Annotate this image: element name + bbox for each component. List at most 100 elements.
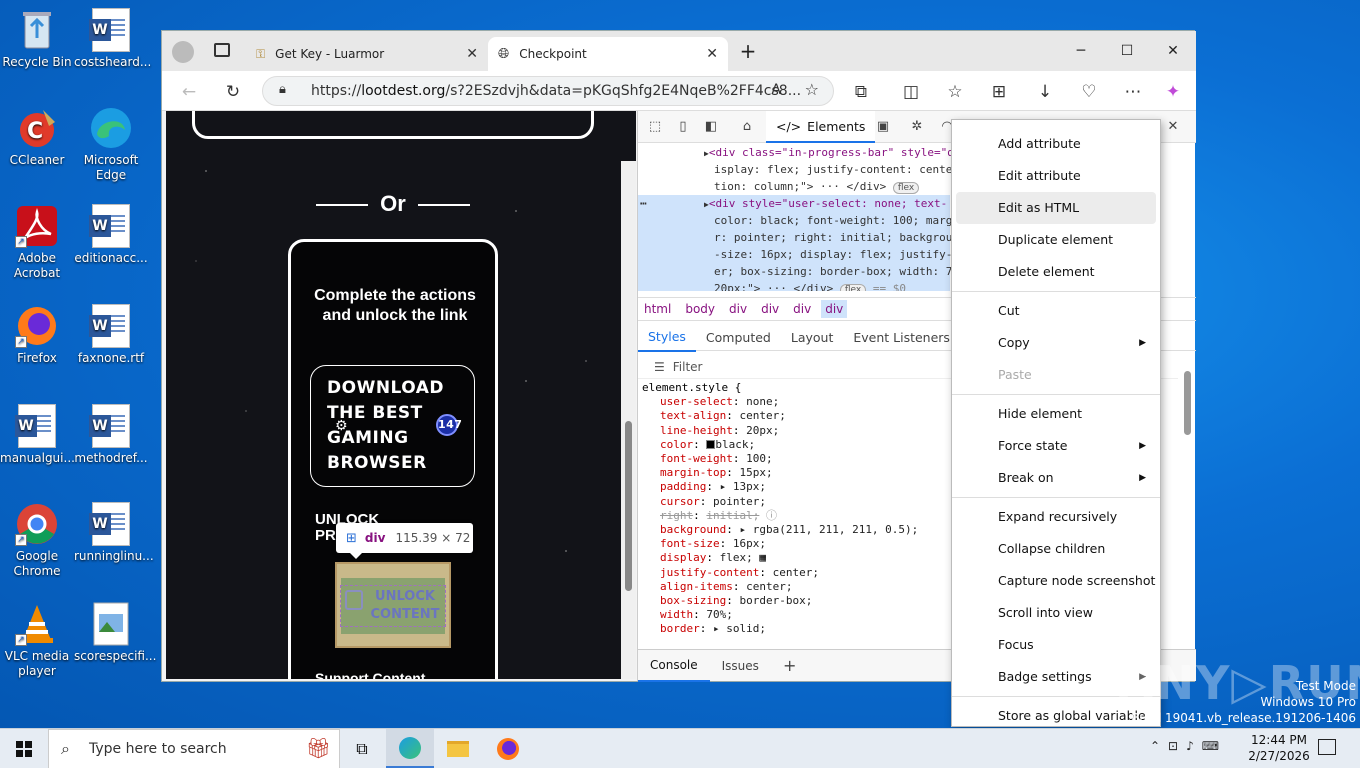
task-view-button[interactable]: ⧉	[338, 729, 386, 768]
desktop-icon-manualgui[interactable]: manualgui...	[0, 404, 75, 466]
close-window-button[interactable]: ✕	[1150, 39, 1196, 63]
filter-input[interactable]: Filter	[673, 360, 703, 374]
console-panel-icon[interactable]: ▣	[874, 118, 892, 136]
tab-issues[interactable]: Issues	[710, 651, 771, 681]
desktop-icon-microsoft-edge[interactable]: Microsoft Edge	[74, 106, 148, 183]
close-tab-icon[interactable]: ✕	[706, 46, 718, 62]
unlock-content-button[interactable]: UNLOCK CONTENT	[335, 562, 451, 648]
tab-layout[interactable]: Layout	[781, 325, 844, 351]
menu-item-hide-element[interactable]: Hide element	[956, 398, 1156, 430]
new-tab-button[interactable]: +	[728, 39, 768, 63]
menu-item-edit-as-html[interactable]: Edit as HTML	[956, 192, 1156, 224]
profile-icon[interactable]	[172, 41, 194, 63]
tab-console[interactable]: Console	[638, 650, 710, 682]
page-scrollbar-thumb[interactable]	[625, 421, 632, 591]
breadcrumb-div-selected[interactable]: div	[821, 300, 848, 318]
menu-item-break-on[interactable]: Break on ▶	[956, 462, 1156, 494]
tab-actions-icon[interactable]	[214, 43, 230, 57]
taskbar-search[interactable]: ⌕ Type here to search 🎁︎	[48, 729, 340, 768]
menu-item-expand-recursively[interactable]: Expand recursively	[956, 501, 1156, 533]
menu-item-force-state[interactable]: Force state ▶	[956, 430, 1156, 462]
menu-item-cut[interactable]: Cut	[956, 295, 1156, 327]
menu-item-capture-node-screenshot[interactable]: Capture node screenshot	[956, 565, 1156, 597]
more-options-icon[interactable]: ⋯	[1120, 79, 1146, 105]
desktop-icon-vlc[interactable]: ↗ VLC media player	[0, 602, 74, 679]
desktop-icon-methodref[interactable]: methodref...	[74, 404, 148, 466]
menu-item-scroll-into-view[interactable]: Scroll into view	[956, 597, 1156, 629]
device-toolbar-icon[interactable]: ▯	[674, 118, 692, 136]
eq-dollar-zero: == $0	[872, 282, 906, 291]
refresh-button[interactable]: ↻	[220, 79, 246, 105]
performance-icon[interactable]: ♡	[1076, 79, 1102, 105]
dock-sidebar-icon[interactable]: ◧	[702, 118, 720, 136]
menu-item-edit-attribute[interactable]: Edit attribute	[956, 160, 1156, 192]
desktop-icon-adobe-acrobat[interactable]: ↗ Adobe Acrobat	[0, 204, 74, 281]
close-devtools-icon[interactable]: ✕	[1164, 118, 1182, 136]
copilot-icon[interactable]: ✦	[1160, 79, 1186, 105]
favorite-star-icon[interactable]: ☆	[805, 80, 819, 99]
taskbar-firefox[interactable]	[484, 729, 532, 768]
tab-event-listeners[interactable]: Event Listeners	[843, 325, 960, 351]
welcome-home-icon[interactable]: ⌂	[738, 118, 756, 136]
read-aloud-icon[interactable]: A	[771, 82, 781, 98]
download-browser-button[interactable]: DOWNLOAD THE BEST GAMING BROWSER ⚙ 147	[310, 365, 475, 487]
menu-item-add-attribute[interactable]: Add attribute	[956, 128, 1156, 160]
node-actions-ellipsis[interactable]: ⋯	[640, 196, 647, 213]
menu-item-delete-element[interactable]: Delete element	[956, 256, 1156, 288]
favorites-icon[interactable]: ☆	[942, 79, 968, 105]
minimize-button[interactable]: ─	[1058, 39, 1104, 63]
dom-node-progress-bar[interactable]: ▶<div class="in-progress-bar" style="d	[704, 145, 954, 163]
inspect-element-icon[interactable]: ⬚	[646, 118, 664, 136]
tab-get-key[interactable]: ⚿ Get Key - Luarmor ✕	[246, 37, 488, 71]
collections-icon[interactable]: ⊞	[986, 79, 1012, 105]
desktop-icon-costsheard[interactable]: costsheard...	[74, 8, 151, 70]
split-screen-icon[interactable]: ◫	[898, 79, 924, 105]
desktop-icon-runninglinu[interactable]: runninglinu...	[74, 502, 154, 564]
menu-item-collapse-children[interactable]: Collapse children	[956, 533, 1156, 565]
desktop-icon-firefox[interactable]: ↗ Firefox	[0, 304, 74, 366]
flex-badge[interactable]: flex	[839, 284, 867, 291]
watermark-line: Windows 10 Pro	[1260, 695, 1356, 709]
close-tab-icon[interactable]: ✕	[466, 46, 478, 62]
info-icon[interactable]: ⓘ	[766, 509, 777, 522]
back-button[interactable]: ←	[176, 79, 202, 105]
extensions-icon[interactable]: ⧉	[848, 79, 874, 105]
sources-bug-icon[interactable]: ✲	[908, 118, 926, 136]
flexbox-editor-icon[interactable]: ▦	[759, 551, 766, 564]
system-tray[interactable]: ⌃⊡♪⌨	[1150, 739, 1227, 753]
tab-styles[interactable]: Styles	[638, 324, 696, 352]
menu-item-paste: Paste	[998, 367, 1032, 382]
address-bar[interactable]: 🔒︎ https://lootdest.org/s?2ESzdvjh&data=…	[262, 76, 834, 106]
desktop-icon-faxnone[interactable]: faxnone.rtf	[74, 304, 148, 366]
dom-node-user-select[interactable]: ▶<div style="user-select: none; text-	[704, 196, 947, 214]
desktop-icon-editionacc[interactable]: editionacc...	[74, 204, 148, 266]
tab-elements[interactable]: </> Elements	[766, 111, 876, 143]
maximize-button[interactable]: ☐	[1104, 39, 1150, 63]
add-drawer-tab-icon[interactable]: +	[771, 651, 808, 681]
page-scrollbar[interactable]	[621, 161, 636, 679]
breadcrumb-html[interactable]: html	[644, 302, 671, 316]
clock[interactable]: 12:44 PM 2/27/2026	[1247, 732, 1311, 764]
start-button[interactable]	[0, 729, 48, 768]
breadcrumb-div[interactable]: div	[729, 302, 747, 316]
notification-center-icon[interactable]	[1318, 739, 1336, 755]
breadcrumb-div[interactable]: div	[793, 302, 811, 316]
taskbar-file-explorer[interactable]	[434, 729, 482, 768]
dom-line: 20px;"> ··· </div> flex == $0	[714, 281, 906, 291]
styles-scrollbar[interactable]	[1180, 351, 1194, 641]
downloads-icon[interactable]: ↓	[1032, 79, 1058, 105]
word-document-icon	[89, 304, 133, 348]
tab-computed[interactable]: Computed	[696, 325, 781, 351]
desktop-icon-scorespecifi[interactable]: scorespecifi...	[74, 602, 156, 664]
taskbar-edge[interactable]	[386, 729, 434, 768]
menu-item-duplicate-element[interactable]: Duplicate element	[956, 224, 1156, 256]
desktop-icon-recycle-bin[interactable]: Recycle Bin	[0, 8, 74, 70]
breadcrumb-body[interactable]: body	[685, 302, 715, 316]
styles-scrollbar-thumb[interactable]	[1184, 371, 1191, 435]
menu-item-copy[interactable]: Copy ▶	[956, 327, 1156, 359]
desktop-icon-google-chrome[interactable]: ↗ Google Chrome	[0, 502, 74, 579]
breadcrumb-div[interactable]: div	[761, 302, 779, 316]
desktop-icon-ccleaner[interactable]: C CCleaner	[0, 106, 74, 168]
flex-badge[interactable]: flex	[892, 182, 920, 194]
tab-checkpoint[interactable]: 🌐︎ Checkpoint ✕	[488, 37, 728, 71]
